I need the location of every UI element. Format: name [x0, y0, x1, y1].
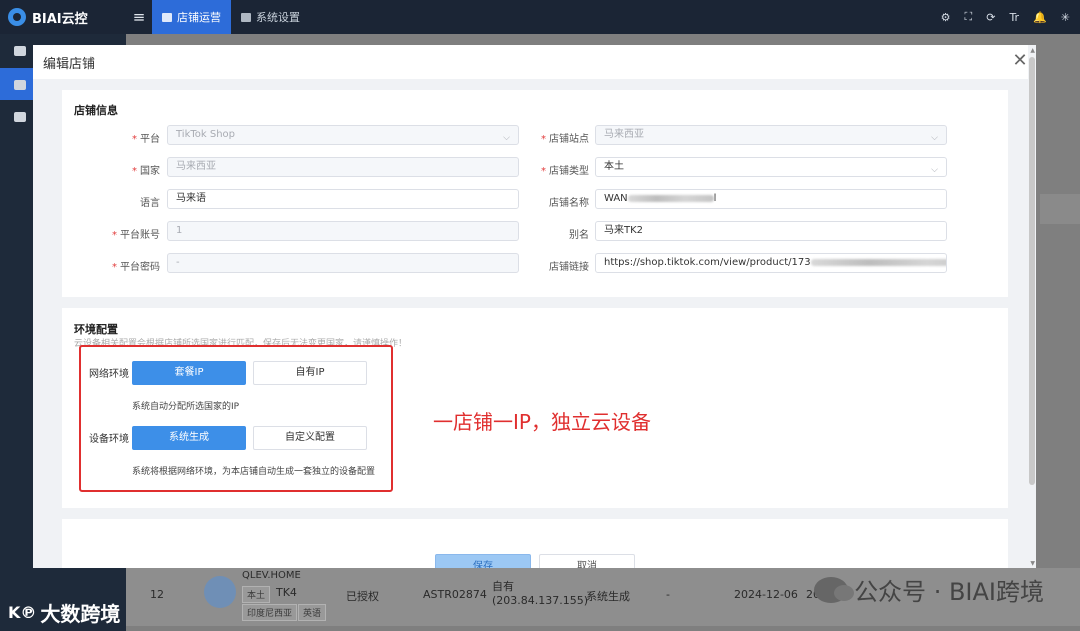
password-field[interactable]: -	[167, 253, 519, 273]
tab-shop-operation[interactable]: 店铺运营	[152, 0, 231, 34]
env-config-title: 环境配置	[74, 323, 118, 336]
shop-name-label: 店铺名称	[549, 198, 589, 209]
chevron-down-icon: ⌵	[503, 133, 510, 143]
platform-select[interactable]: TikTok Shop ⌵	[167, 125, 519, 145]
shop-tab-icon	[162, 12, 172, 22]
shop-type-select[interactable]: 本土 ⌵	[595, 157, 947, 177]
row-index: 12	[150, 588, 164, 601]
link-field[interactable]: https://shop.tiktok.com/view/product/173…	[595, 253, 947, 273]
alias-label: 别名	[569, 230, 589, 241]
brand-name: BIAI云控	[32, 11, 88, 27]
user-icon[interactable]: ✳	[1061, 11, 1070, 24]
account-label: * 平台账号	[112, 230, 160, 241]
language-field[interactable]: 马来语	[167, 189, 519, 209]
modal-scrollbar[interactable]: ▲ ▼	[1028, 45, 1036, 568]
edit-shop-modal: 编辑店铺 ✕ 店铺信息 * 平台 TikTok Shop ⌵ * 国家 马来西亚 语…	[33, 45, 1036, 568]
cancel-button[interactable]: 取消	[539, 554, 635, 568]
fullscreen-icon[interactable]: ⛶	[965, 10, 973, 24]
link-label: 店铺链接	[549, 262, 589, 273]
scroll-down-icon[interactable]: ▼	[1030, 560, 1035, 567]
shop-name-field[interactable]: WAN l	[595, 189, 947, 209]
watermark-left: K℗ 大数跨境	[8, 602, 121, 626]
shop-info-card: 店铺信息 * 平台 TikTok Shop ⌵ * 国家 马来西亚 语言 马来语 *…	[62, 90, 1008, 297]
refresh-icon[interactable]: ⟳	[986, 11, 995, 24]
close-icon[interactable]: ✕	[1012, 52, 1028, 70]
tag-local: 本土	[242, 586, 271, 603]
document-icon	[241, 12, 251, 22]
blurred-text	[627, 194, 714, 202]
bg-strip	[1040, 194, 1080, 224]
shop-info-title: 店铺信息	[74, 104, 118, 117]
brand-logo-icon	[8, 8, 26, 26]
avatar	[204, 576, 236, 608]
country-label: * 国家	[132, 166, 160, 177]
watermark-logo-icon: K℗	[8, 603, 37, 622]
site-label: * 店铺站点	[541, 134, 589, 145]
watermark-right: 公众号 · BIAI跨境	[814, 572, 1044, 607]
app-topbar: ≡ 店铺运营 系统设置 ⚙ ⛶ ⟳ Tr 🔔 ✳	[126, 0, 1080, 34]
modal-header: 编辑店铺	[33, 45, 1036, 79]
blurred-text	[810, 258, 946, 266]
alias-field[interactable]: 马来TK2	[595, 221, 947, 241]
tab-system-settings[interactable]: 系统设置	[231, 0, 310, 34]
shop-icon[interactable]	[14, 80, 26, 90]
footer-card	[62, 519, 1008, 568]
top-icon-group: ⚙ ⛶ ⟳ Tr 🔔 ✳	[941, 0, 1070, 34]
chevron-down-icon: ⌵	[931, 133, 938, 143]
modal-title: 编辑店铺	[43, 56, 96, 72]
chevron-down-icon: ⌵	[931, 165, 938, 175]
shop-type-label: * 店铺类型	[541, 166, 589, 177]
country-field[interactable]: 马来西亚	[167, 157, 519, 177]
site-select[interactable]: 马来西亚 ⌵	[595, 125, 947, 145]
home-icon[interactable]	[14, 46, 26, 56]
row-env-ip: (203.84.137.155)	[492, 594, 589, 607]
password-label: * 平台密码	[112, 262, 160, 273]
language-label: 语言	[140, 198, 160, 209]
tag-country: 印度尼西亚	[242, 604, 298, 621]
menu-icon[interactable]: ≡	[126, 8, 152, 26]
sidebar-brand[interactable]: BIAI云控	[0, 0, 126, 34]
row-shop-name: QLEV.HOME	[242, 570, 301, 581]
bell-icon[interactable]: 🔔	[1033, 11, 1047, 24]
scroll-up-icon[interactable]: ▲	[1030, 47, 1035, 54]
account-field[interactable]: 1	[167, 221, 519, 241]
wechat-icon	[814, 576, 855, 603]
row-status: 已授权	[346, 590, 379, 603]
annotation-highlight-box	[79, 345, 393, 492]
save-button[interactable]: 保存	[435, 554, 531, 568]
row-dash: -	[666, 588, 670, 601]
annotation-text: 一店铺一IP，独立云设备	[433, 410, 651, 434]
row-device: 系统生成	[586, 590, 630, 603]
platform-label: * 平台	[132, 134, 160, 145]
row-alias: TK4	[276, 586, 297, 599]
bag-icon[interactable]	[14, 112, 26, 122]
row-date-1: 2024-12-06	[734, 588, 798, 601]
row-code: ASTR02874	[423, 588, 487, 601]
row-env-type: 自有	[492, 580, 514, 593]
font-size-icon[interactable]: Tr	[1009, 11, 1019, 24]
gear-icon[interactable]: ⚙	[941, 11, 951, 24]
tag-language: 英语	[298, 604, 327, 621]
scrollbar-thumb[interactable]	[1029, 57, 1035, 485]
